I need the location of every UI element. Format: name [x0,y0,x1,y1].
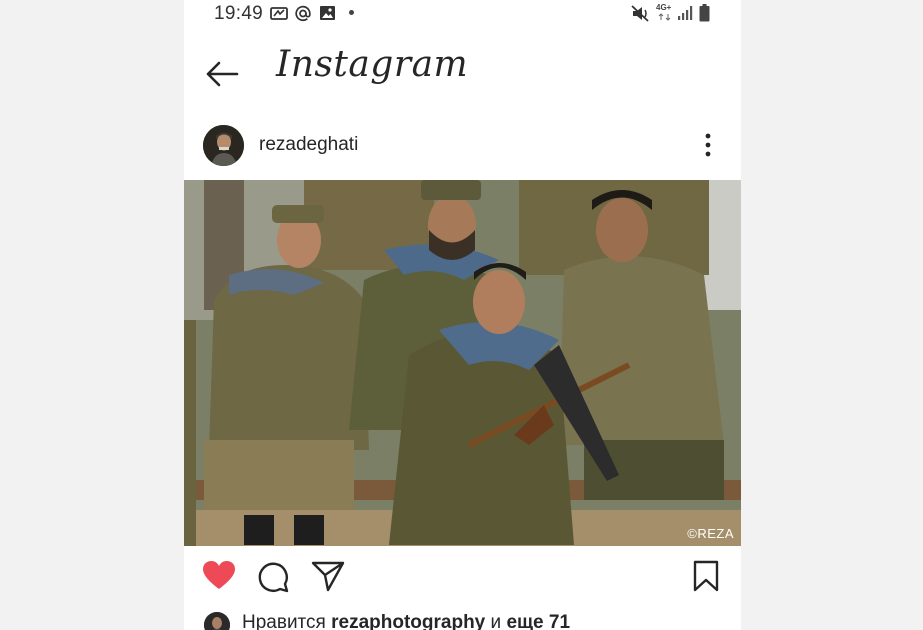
arrow-left-icon [206,61,239,87]
post-photo[interactable]: ©REZA [184,180,741,546]
liker-portrait-image [204,612,230,630]
post-author-username[interactable]: rezadeghati [259,134,358,156]
bookmark-icon [693,560,719,592]
likes-conjunction: и [490,612,502,630]
back-button[interactable] [204,58,240,90]
heart-filled-icon [203,561,235,589]
save-button[interactable] [692,560,720,597]
likes-prefix: Нравится [242,612,326,630]
notification-dot [349,10,354,15]
mute-icon [631,5,649,22]
image-icon [320,6,335,20]
signal-icon [678,6,693,20]
status-bar: 19:49 4G+ [184,0,741,30]
network-type-label: 4G+ [656,3,672,12]
likes-others-count[interactable]: еще 71 [506,612,570,630]
author-avatar[interactable] [203,125,244,166]
liker-avatar[interactable] [204,612,230,630]
like-button[interactable] [202,560,236,597]
send-icon [311,561,345,592]
photo-watermark: ©REZA [687,526,734,541]
likes-text: Нравится rezaphotography и еще 71 [242,612,570,630]
liker-username[interactable]: rezaphotography [331,612,485,630]
at-icon [295,5,311,22]
post-options-button[interactable] [696,130,720,160]
instagram-logo: Instagram [276,44,469,85]
battery-icon [699,4,710,22]
network-arrows-icon [658,13,671,21]
share-button[interactable] [311,560,345,597]
comment-icon [258,562,289,593]
voicemail-icon [270,7,288,20]
soldiers-photo-image [184,180,741,546]
phone-screen: 19:49 4G+ Instagram rezadeghati ©REZA Нр… [184,0,741,630]
more-vertical-icon [705,133,711,157]
status-time: 19:49 [214,3,264,24]
author-portrait-image [203,125,244,166]
comment-button[interactable] [256,560,290,599]
